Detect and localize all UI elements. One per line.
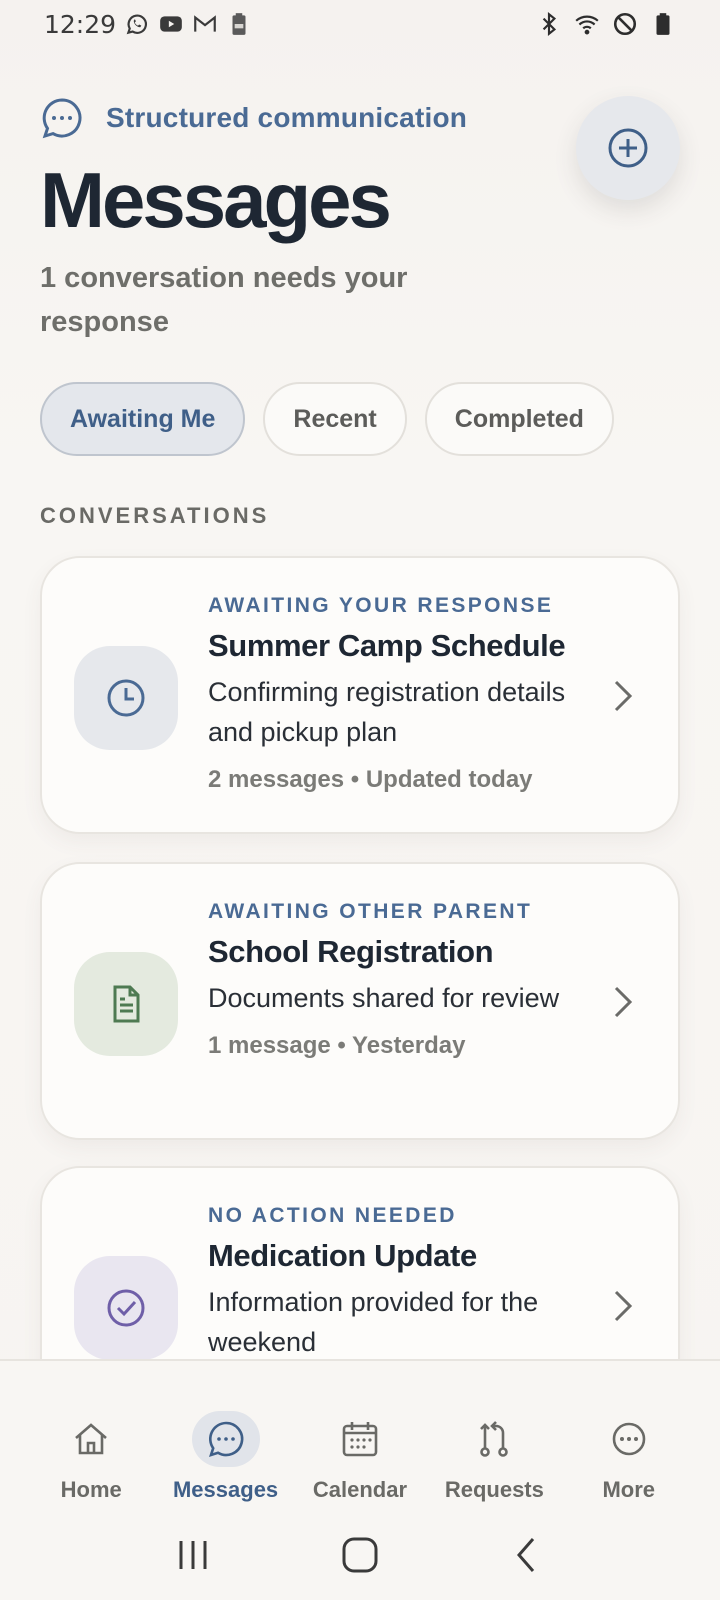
system-navigation bbox=[0, 1520, 720, 1590]
check-circle-icon bbox=[74, 1256, 178, 1360]
new-conversation-button[interactable] bbox=[576, 96, 680, 200]
plus-circle-icon bbox=[608, 128, 648, 168]
card-body: AWAITING OTHER PARENT School Registratio… bbox=[208, 900, 588, 1060]
nav-label: Requests bbox=[444, 1477, 544, 1502]
back-icon bbox=[516, 1538, 534, 1572]
card-description: Confirming registration details and pick… bbox=[208, 677, 566, 747]
bluetooth-icon bbox=[536, 11, 562, 37]
card-title: Medication Update bbox=[208, 1238, 477, 1273]
nav-item-messages[interactable]: Messages bbox=[161, 1411, 291, 1503]
card-meta: 1 message • Yesterday bbox=[208, 1032, 466, 1059]
nav-item-more[interactable]: More bbox=[564, 1411, 694, 1503]
clock-icon bbox=[74, 646, 178, 750]
card-meta: 2 messages • Updated today bbox=[208, 766, 533, 793]
chevron-right-icon bbox=[608, 1286, 638, 1326]
chevron-right-icon bbox=[608, 676, 638, 716]
conversation-card[interactable]: AWAITING OTHER PARENT School Registratio… bbox=[40, 862, 680, 1140]
conversation-card[interactable]: AWAITING YOUR RESPONSE Summer Camp Sched… bbox=[40, 556, 680, 834]
home-icon bbox=[57, 1411, 125, 1467]
card-body: NO ACTION NEEDED Medication Update Infor… bbox=[208, 1204, 588, 1362]
chat-icon bbox=[191, 1411, 260, 1467]
requests-icon bbox=[460, 1411, 528, 1467]
recent-apps-button[interactable] bbox=[163, 1530, 223, 1580]
tab-awaiting-me[interactable]: Awaiting Me bbox=[40, 382, 246, 456]
card-status: AWAITING OTHER PARENT bbox=[208, 900, 533, 923]
home-square-icon bbox=[342, 1537, 378, 1573]
card-description: Information provided for the weekend bbox=[208, 1287, 539, 1357]
chevron-right-icon bbox=[608, 982, 638, 1022]
nav-label: Calendar bbox=[312, 1477, 408, 1502]
card-description: Documents shared for review bbox=[208, 983, 560, 1013]
nav-items: Home Messages Calendar Requests More bbox=[0, 1411, 720, 1503]
nav-label: Messages bbox=[172, 1477, 279, 1502]
eyebrow-text: Structured communication bbox=[106, 102, 468, 133]
nav-item-requests[interactable]: Requests bbox=[429, 1411, 559, 1503]
card-status: NO ACTION NEEDED bbox=[208, 1204, 457, 1227]
do-not-disturb-icon bbox=[612, 11, 638, 37]
section-label: CONVERSATIONS bbox=[40, 503, 270, 528]
status-bar: 12:29 bbox=[0, 0, 720, 48]
nav-item-home[interactable]: Home bbox=[26, 1411, 156, 1503]
nav-label: Home bbox=[60, 1477, 122, 1502]
document-icon bbox=[74, 952, 178, 1056]
battery-icon bbox=[650, 11, 676, 37]
nav-item-calendar[interactable]: Calendar bbox=[295, 1411, 425, 1503]
whatsapp-icon bbox=[124, 11, 150, 37]
wifi-icon bbox=[574, 11, 600, 37]
chat-bubble-icon bbox=[40, 96, 84, 140]
battery-saver-icon bbox=[226, 11, 252, 37]
status-time: 12:29 bbox=[44, 9, 117, 39]
status-left: 12:29 bbox=[44, 10, 252, 39]
filter-tabs: Awaiting Me Recent Completed bbox=[40, 382, 614, 456]
card-title: School Registration bbox=[208, 934, 494, 969]
youtube-icon bbox=[158, 11, 184, 37]
more-icon bbox=[595, 1411, 663, 1467]
calendar-icon bbox=[326, 1411, 394, 1467]
home-button[interactable] bbox=[330, 1530, 390, 1580]
tab-recent[interactable]: Recent bbox=[263, 382, 407, 456]
page-subtitle: 1 conversation needs your response bbox=[40, 262, 408, 338]
tab-completed[interactable]: Completed bbox=[424, 382, 614, 456]
card-body: AWAITING YOUR RESPONSE Summer Camp Sched… bbox=[208, 594, 588, 794]
recent-apps-icon bbox=[179, 1541, 207, 1569]
status-right bbox=[536, 11, 676, 37]
back-button[interactable] bbox=[497, 1530, 557, 1580]
card-title: Summer Camp Schedule bbox=[208, 628, 566, 663]
card-status: AWAITING YOUR RESPONSE bbox=[208, 594, 554, 617]
nav-label: More bbox=[602, 1477, 656, 1502]
gmail-icon bbox=[192, 11, 218, 37]
